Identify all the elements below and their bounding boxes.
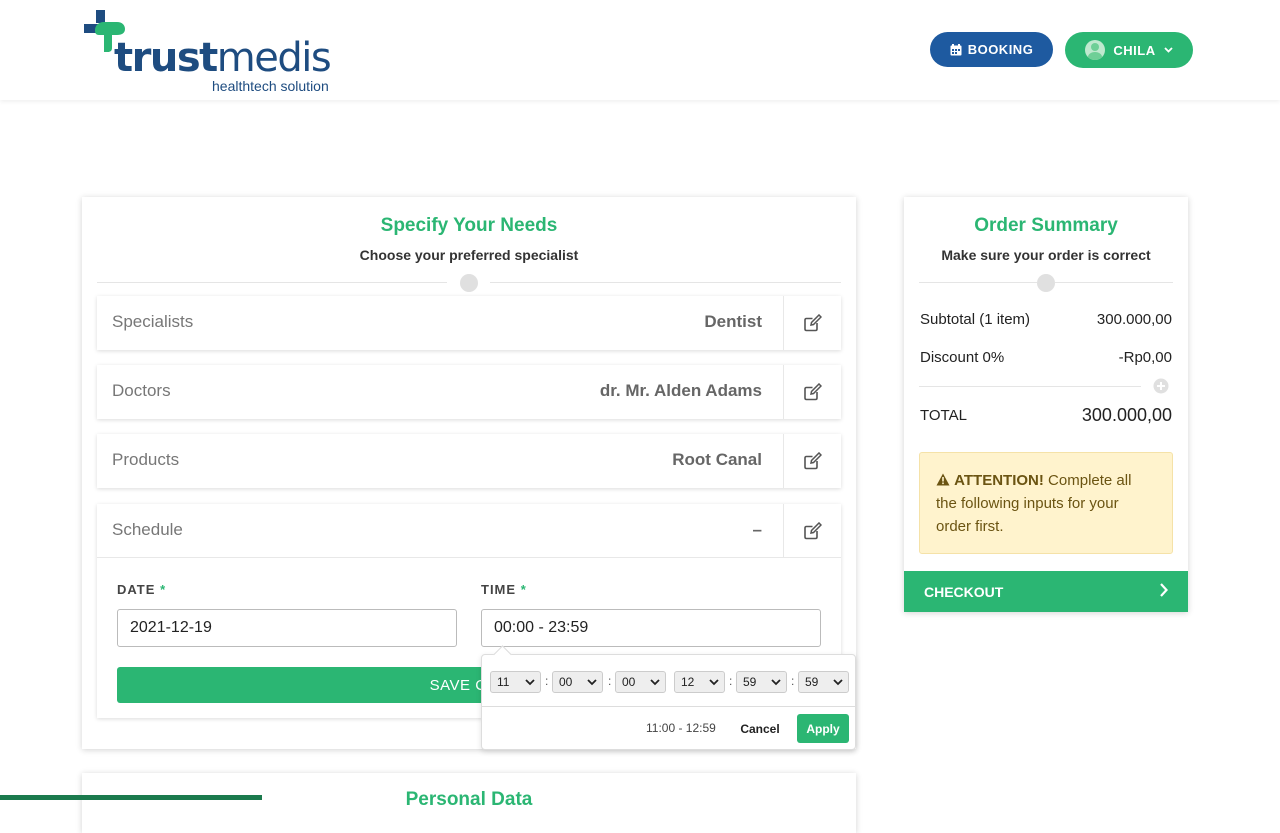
order-summary-title: Order Summary xyxy=(974,215,1118,236)
avatar xyxy=(1085,40,1106,60)
logo-tagline: healthtech solution xyxy=(212,78,329,94)
chevron-down-icon xyxy=(587,679,597,686)
discount-value: -Rp0,00 xyxy=(1118,349,1172,366)
booking-button[interactable]: BOOKING xyxy=(930,32,1053,67)
booking-label: BOOKING xyxy=(967,42,1034,57)
products-label: Products xyxy=(112,450,180,469)
doctors-row: Doctors dr. Mr. Alden Adams xyxy=(97,365,841,419)
end-hour-select[interactable]: 12 xyxy=(674,671,725,693)
chevron-down-icon xyxy=(771,679,781,686)
colon-separator: : xyxy=(729,674,733,688)
doctors-label: Doctors xyxy=(112,381,171,400)
colon-separator: : xyxy=(608,674,612,688)
edit-icon xyxy=(803,452,822,470)
specialists-label: Specialists xyxy=(112,312,194,331)
page-progress-bar xyxy=(0,795,262,800)
chevron-down-icon xyxy=(1163,47,1173,53)
edit-icon xyxy=(803,383,822,401)
top-header: trustmedis healthtech solution BOOKING C… xyxy=(0,0,1280,100)
edit-products-button[interactable] xyxy=(783,434,841,488)
edit-doctors-button[interactable] xyxy=(783,365,841,419)
total-value: 300.000,00 xyxy=(1081,405,1172,425)
edit-icon xyxy=(803,522,822,540)
end-minute-select[interactable]: 59 xyxy=(736,671,787,693)
divider xyxy=(97,282,447,283)
end-second-select[interactable]: 59 xyxy=(798,671,849,693)
personal-data-card: Personal Data xyxy=(82,773,856,833)
specialists-row: Specialists Dentist xyxy=(97,296,841,350)
add-discount-icon[interactable] xyxy=(1153,378,1169,394)
trustmedis-logo[interactable]: trustmedis healthtech solution xyxy=(82,8,342,96)
attention-alert: ATTENTION! Complete all the following in… xyxy=(919,452,1173,554)
chevron-down-icon xyxy=(525,679,535,686)
schedule-label: Schedule xyxy=(112,520,183,539)
schedule-row: Schedule – xyxy=(97,504,841,558)
divider xyxy=(482,706,855,707)
order-summary-subtitle: Make sure your order is correct xyxy=(941,247,1151,263)
doctors-value: dr. Mr. Alden Adams xyxy=(599,381,762,400)
checkout-button[interactable]: CHECKOUT xyxy=(904,571,1188,612)
divider xyxy=(919,282,1037,283)
time-input[interactable] xyxy=(481,609,821,647)
start-minute-select[interactable]: 00 xyxy=(552,671,603,693)
time-range-picker: 11 : 00 : 00 12 : 59 : 59 11:00 - 12:59 … xyxy=(481,654,856,750)
divider xyxy=(490,282,841,283)
specify-needs-title: Specify Your Needs xyxy=(380,215,558,236)
date-input[interactable] xyxy=(117,609,457,647)
time-label: TIME * xyxy=(481,582,527,597)
divider xyxy=(1055,282,1173,283)
start-hour-select[interactable]: 11 xyxy=(490,671,541,693)
discount-row: Discount 0% -Rp0,00 xyxy=(920,349,1172,366)
cancel-button[interactable]: Cancel xyxy=(734,717,786,741)
personal-data-title: Personal Data xyxy=(405,789,533,810)
chevron-right-icon xyxy=(1160,583,1168,597)
attention-heading: ATTENTION! xyxy=(954,472,1044,489)
logo-wordmark: trustmedis xyxy=(114,35,332,81)
checkout-label: CHECKOUT xyxy=(924,583,1004,600)
colon-separator: : xyxy=(791,674,795,688)
total-row: TOTAL 300.000,00 xyxy=(920,405,1172,425)
user-name: CHILA xyxy=(1113,42,1156,58)
subtotal-label: Subtotal (1 item) xyxy=(920,311,1031,328)
specify-needs-subtitle: Choose your preferred specialist xyxy=(359,247,579,263)
edit-specialists-button[interactable] xyxy=(783,296,841,350)
colon-separator: : xyxy=(545,674,549,688)
apply-button[interactable]: Apply xyxy=(797,714,849,743)
selected-range-text: 11:00 - 12:59 xyxy=(646,721,716,735)
specialists-value: Dentist xyxy=(704,312,762,331)
products-value: Root Canal xyxy=(672,450,762,469)
step-dot xyxy=(460,274,478,292)
chevron-down-icon xyxy=(650,679,660,686)
chevron-down-icon xyxy=(833,679,843,686)
date-label: DATE * xyxy=(117,582,167,597)
step-dot xyxy=(1037,274,1055,292)
user-menu-button[interactable]: CHILA xyxy=(1065,32,1193,68)
subtotal-value: 300.000,00 xyxy=(1096,311,1172,328)
start-second-select[interactable]: 00 xyxy=(615,671,666,693)
total-label: TOTAL xyxy=(920,407,967,424)
order-summary-card: Order Summary Make sure your order is co… xyxy=(904,197,1188,612)
edit-icon xyxy=(803,314,822,332)
schedule-value: – xyxy=(752,520,762,539)
chevron-down-icon xyxy=(709,679,719,686)
subtotal-row: Subtotal (1 item) 300.000,00 xyxy=(920,311,1172,328)
calendar-icon xyxy=(950,43,962,55)
divider xyxy=(919,386,1141,387)
warning-icon xyxy=(936,473,950,486)
edit-schedule-button[interactable] xyxy=(783,504,841,558)
discount-label: Discount 0% xyxy=(920,349,1005,366)
products-row: Products Root Canal xyxy=(97,434,841,488)
